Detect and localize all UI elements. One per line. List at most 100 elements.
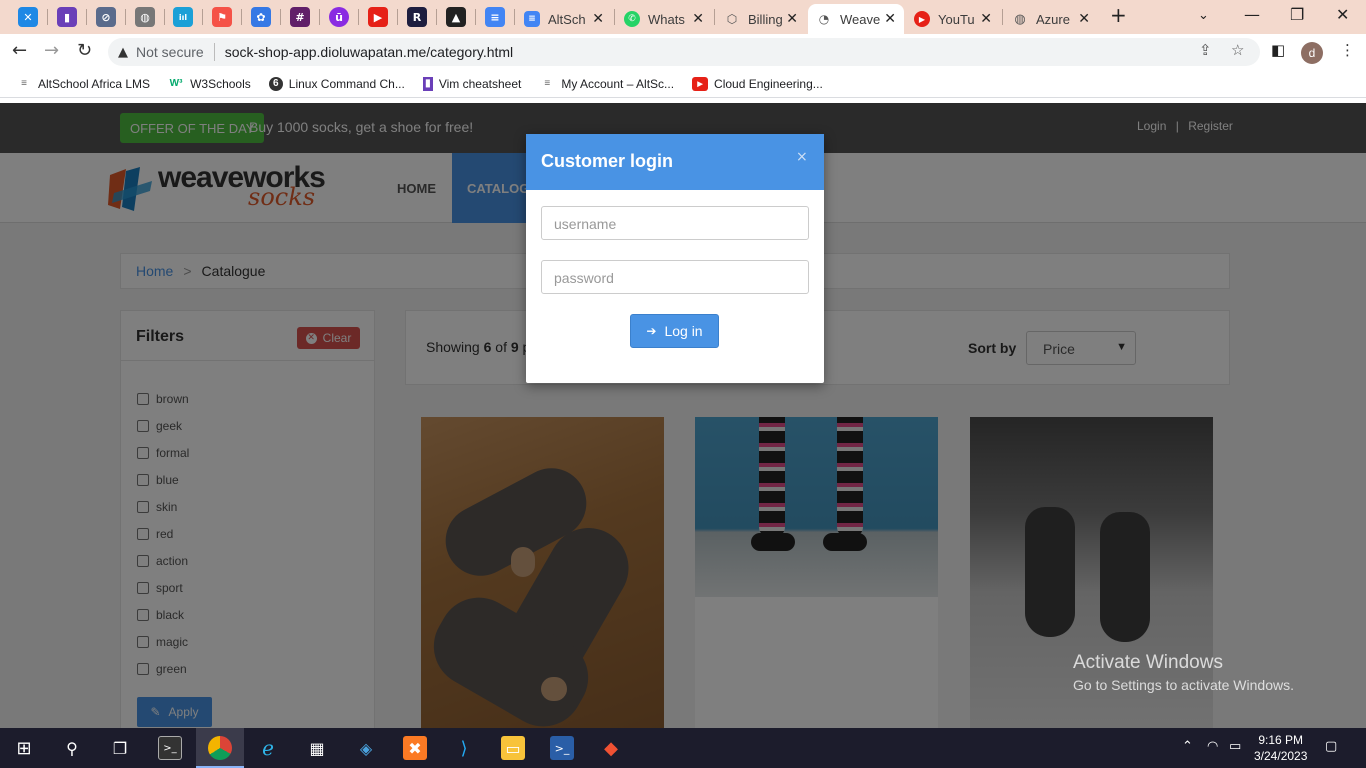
bookmark-item[interactable]: W³ W3Schools (168, 77, 251, 91)
bookmark-item[interactable]: ≡ My Account – AltSc... (539, 77, 674, 91)
tab-label: Weave (840, 11, 880, 27)
menu-dots-icon[interactable]: ⋮ (1340, 41, 1355, 59)
tab-separator (714, 9, 715, 25)
system-clock[interactable]: 9:16 PM 3/24/2023 (1254, 732, 1307, 764)
store-icon[interactable]: ▦ (305, 736, 329, 760)
vscode-pinned-tab-icon[interactable]: ✕ (18, 7, 38, 27)
bookmark-item[interactable]: 6 Linux Command Ch... (268, 76, 405, 91)
login-button-label: Log in (664, 323, 703, 339)
replit-pinned-tab-icon[interactable]: R (407, 7, 427, 27)
tab-separator (280, 9, 281, 25)
sign-in-icon: ➔ (646, 324, 657, 338)
file-explorer-icon[interactable]: ▭ (501, 736, 525, 760)
w3schools-icon: W³ (169, 78, 183, 89)
git-icon[interactable]: ◆ (599, 736, 623, 760)
docs-pinned-tab-icon[interactable]: ≡ (485, 7, 505, 27)
tab-separator (164, 9, 165, 25)
tab-weave-active[interactable]: ◔ Weave ✕ (808, 4, 904, 34)
side-panel-icon[interactable]: ◧ (1271, 41, 1285, 59)
bookmark-label: Cloud Engineering... (714, 76, 823, 91)
docs-icon: ≡ (524, 11, 540, 27)
new-tab-icon[interactable]: + (1110, 3, 1127, 27)
page-icon: ◔ (818, 12, 830, 26)
laravel-pinned-tab-icon[interactable]: ⚑ (212, 7, 232, 27)
graduation-pinned-tab-icon[interactable]: ▲ (446, 7, 466, 27)
cisco-pinned-tab-icon[interactable]: iıl (173, 7, 193, 27)
bookmark-pinned-tab-icon[interactable]: ▮ (57, 7, 77, 27)
close-icon[interactable]: ✕ (786, 11, 798, 27)
powershell-icon[interactable]: >_ (550, 736, 574, 760)
notifications-icon[interactable]: ▢ (1325, 739, 1337, 754)
login-button[interactable]: ➔ Log in (630, 314, 719, 348)
bookmark-item[interactable]: ▮ Vim cheatsheet (422, 76, 521, 91)
tab-label: YouTu (938, 11, 975, 27)
tab-separator (319, 9, 320, 25)
bookmark-item[interactable]: ≡ AltSchool Africa LMS (16, 77, 150, 91)
clock-date: 3/24/2023 (1254, 749, 1308, 763)
security-label[interactable]: Not secure (136, 44, 204, 60)
url-text[interactable]: sock-shop-app.dioluwapatan.me/category.h… (225, 44, 513, 60)
windows-start-icon[interactable]: ⊞ (12, 736, 36, 760)
youtube-icon: ▶ (692, 76, 709, 91)
bookmarks-bar: ≡ AltSchool Africa LMS W³ W3Schools 6 Li… (0, 70, 1366, 98)
reload-icon[interactable]: ↻ (77, 40, 92, 61)
close-icon[interactable]: × (796, 149, 808, 165)
close-icon[interactable]: ✕ (692, 11, 704, 27)
tray-chevron-icon[interactable]: ⌃ (1182, 739, 1193, 754)
close-icon[interactable]: ✕ (592, 11, 604, 27)
globe-pinned-tab-icon[interactable]: ◍ (135, 7, 155, 27)
tab-separator (86, 9, 87, 25)
tab-separator (436, 9, 437, 25)
forward-arrow-icon[interactable]: → (44, 40, 59, 61)
profile-avatar[interactable]: d (1301, 42, 1323, 64)
restore-icon[interactable]: ❐ (1290, 5, 1304, 24)
cube-icon: ⬡ (726, 12, 738, 26)
bookmark-star-icon[interactable]: ☆ (1231, 41, 1244, 59)
share-icon[interactable]: ⇪ (1199, 41, 1212, 59)
close-icon[interactable]: ✕ (884, 11, 896, 27)
tab-separator (397, 9, 398, 25)
modal-header: Customer login × (526, 134, 824, 190)
tab-label: Azure (1036, 11, 1070, 27)
tab-youtube[interactable]: ▶ YouTu ✕ (906, 4, 1000, 34)
terminal-icon[interactable]: >_ (158, 736, 182, 760)
task-view-icon[interactable]: ❐ (108, 736, 132, 760)
username-input[interactable]: username (541, 206, 809, 240)
tab-label: Whats (648, 11, 685, 27)
wifi-icon[interactable]: ◠ (1207, 739, 1218, 754)
bookmark-item[interactable]: ▶ Cloud Engineering... (692, 76, 823, 91)
tab-search-icon[interactable]: ⌄ (1198, 8, 1209, 23)
vim-icon: ▮ (422, 76, 433, 91)
upwork-pinned-tab-icon[interactable]: ū (329, 7, 349, 27)
window-close-icon[interactable]: ✕ (1336, 5, 1349, 24)
whatsapp-icon: ✆ (624, 11, 640, 27)
bookmark-label: AltSchool Africa LMS (38, 76, 151, 91)
gear-pinned-tab-icon[interactable]: ✿ (251, 7, 271, 27)
close-icon[interactable]: ✕ (1078, 11, 1090, 27)
close-icon[interactable]: ✕ (980, 11, 992, 27)
vscode-icon[interactable]: ⟩ (452, 736, 476, 760)
tab-billing[interactable]: ⬡ Billing ✕ (716, 4, 806, 34)
tab-altschool[interactable]: ≡ AltSch ✕ (516, 4, 612, 34)
tab-label: Billing (748, 11, 783, 27)
battery-icon[interactable]: ▭ (1229, 739, 1241, 754)
globe-icon: ◍ (1014, 11, 1026, 27)
address-divider (213, 43, 215, 61)
back-arrow-icon[interactable]: ← (12, 40, 27, 61)
edge-pinned-tab-icon[interactable]: ⊘ (96, 7, 116, 27)
tab-whatsapp[interactable]: ✆ Whats ✕ (616, 4, 712, 34)
tab-separator (614, 9, 615, 25)
warning-icon[interactable]: ▲ (118, 45, 128, 60)
tab-azure[interactable]: ◍ Azure ✕ (1004, 4, 1098, 34)
password-input[interactable]: password (541, 260, 809, 294)
chrome-icon[interactable] (208, 736, 232, 760)
search-icon[interactable]: ⚲ (60, 736, 84, 760)
youtube-pinned-tab-icon[interactable]: ▶ (368, 7, 388, 27)
tab-separator (241, 9, 242, 25)
virtualbox-icon[interactable]: ◈ (354, 736, 378, 760)
edge-icon[interactable]: ℯ (256, 736, 280, 760)
minimize-icon[interactable]: — (1244, 5, 1260, 24)
address-bar[interactable]: ▲ Not secure sock-shop-app.dioluwapatan.… (108, 38, 1260, 66)
slack-pinned-tab-icon[interactable]: # (290, 7, 310, 27)
xampp-icon[interactable]: ✖ (403, 736, 427, 760)
